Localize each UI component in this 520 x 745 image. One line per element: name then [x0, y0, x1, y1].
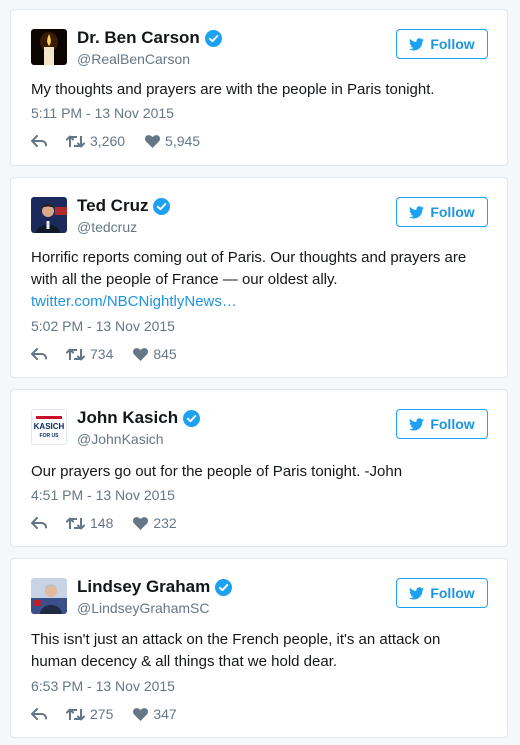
like-count: 845: [153, 346, 177, 362]
retweet-button[interactable]: 3,260: [66, 133, 125, 149]
tweet-card: Dr. Ben Carson @RealBenCarson Follow My …: [10, 9, 508, 166]
username-handle[interactable]: @tedcruz: [77, 219, 137, 235]
like-button[interactable]: 845: [133, 346, 177, 362]
follow-label: Follow: [430, 416, 475, 432]
tweet-actions: 148 232: [31, 515, 197, 531]
reply-icon: [31, 708, 47, 720]
kasich-logo-avatar[interactable]: KASICH FOR US: [31, 409, 67, 445]
tweet-timestamp[interactable]: 5:02 PM - 13 Nov 2015: [31, 318, 175, 334]
tweet-actions: 3,260 5,945: [31, 133, 220, 149]
verified-badge-icon: [215, 578, 233, 596]
twitter-bird-icon: [409, 205, 425, 219]
retweet-button[interactable]: 275: [66, 706, 113, 722]
portrait-avatar[interactable]: [31, 578, 67, 614]
retweet-count: 3,260: [90, 133, 126, 149]
tweet-card: Lindsey Graham @LindseyGrahamSC Follow T…: [10, 558, 508, 738]
follow-label: Follow: [430, 204, 475, 220]
tweet-actions: 734 845: [31, 346, 197, 362]
tweet-actions: 275 347: [31, 706, 197, 722]
tweet-text: My thoughts and prayers are with the peo…: [31, 81, 435, 98]
portrait-avatar[interactable]: [31, 197, 67, 233]
tweet-text: Horrific reports coming out of Paris. Ou…: [31, 249, 467, 288]
like-button[interactable]: 5,945: [145, 133, 200, 149]
verified-badge-icon: [183, 409, 201, 427]
display-name[interactable]: John Kasich: [77, 408, 178, 428]
display-name[interactable]: Lindsey Graham: [77, 577, 210, 597]
tweet-timestamp[interactable]: 4:51 PM - 13 Nov 2015: [31, 487, 175, 503]
follow-button[interactable]: Follow: [396, 578, 488, 608]
retweet-count: 275: [90, 706, 114, 722]
reply-icon: [31, 517, 47, 529]
twitter-bird-icon: [409, 586, 425, 600]
retweet-count: 734: [90, 346, 114, 362]
tweet-link[interactable]: twitter.com/NBCNightlyNews…: [31, 291, 487, 313]
like-count: 347: [153, 706, 177, 722]
username-handle[interactable]: @LindseyGrahamSC: [77, 600, 210, 616]
like-count: 5,945: [165, 133, 201, 149]
heart-icon: [133, 707, 149, 721]
reply-icon: [31, 348, 47, 360]
reply-button[interactable]: [31, 517, 47, 529]
username-handle[interactable]: @RealBenCarson: [77, 51, 190, 67]
verified-badge-icon: [153, 197, 171, 215]
follow-button[interactable]: Follow: [396, 29, 488, 59]
tweet-timestamp[interactable]: 5:11 PM - 13 Nov 2015: [31, 105, 174, 121]
tweet-body: Horrific reports coming out of Paris. Ou…: [31, 247, 487, 313]
reply-button[interactable]: [31, 135, 47, 147]
retweet-count: 148: [90, 515, 114, 531]
kasich-logo-subtext: FOR US: [40, 433, 60, 439]
tweet-timestamp[interactable]: 6:53 PM - 13 Nov 2015: [31, 678, 175, 694]
like-button[interactable]: 347: [133, 706, 177, 722]
heart-icon: [133, 347, 149, 361]
tweet-text: Our prayers go out for the people of Par…: [31, 463, 403, 480]
display-name[interactable]: Ted Cruz: [77, 196, 148, 216]
tweet-card: KASICH FOR US John Kasich @JohnKasich Fo…: [10, 389, 508, 547]
retweet-button[interactable]: 148: [66, 515, 113, 531]
reply-button[interactable]: [31, 348, 47, 360]
username-handle[interactable]: @JohnKasich: [77, 431, 164, 447]
reply-icon: [31, 135, 47, 147]
twitter-bird-icon: [409, 417, 425, 431]
retweet-icon: [66, 708, 85, 720]
follow-button[interactable]: Follow: [396, 409, 488, 439]
heart-icon: [133, 516, 149, 530]
retweet-icon: [66, 348, 85, 360]
retweet-icon: [66, 135, 85, 147]
tweet-card: Ted Cruz @tedcruz Follow Horrific report…: [10, 177, 508, 378]
retweet-icon: [66, 517, 85, 529]
tweet-text: This isn't just an attack on the French …: [31, 631, 441, 670]
follow-label: Follow: [430, 585, 475, 601]
twitter-bird-icon: [409, 37, 425, 51]
kasich-logo-text: KASICH: [34, 422, 65, 431]
reply-button[interactable]: [31, 708, 47, 720]
display-name[interactable]: Dr. Ben Carson: [77, 28, 200, 48]
follow-label: Follow: [430, 36, 475, 52]
like-button[interactable]: 232: [133, 515, 177, 531]
candle-avatar[interactable]: [31, 29, 67, 65]
like-count: 232: [153, 515, 177, 531]
heart-icon: [145, 134, 161, 148]
follow-button[interactable]: Follow: [396, 197, 488, 227]
retweet-button[interactable]: 734: [66, 346, 113, 362]
verified-badge-icon: [204, 29, 222, 47]
